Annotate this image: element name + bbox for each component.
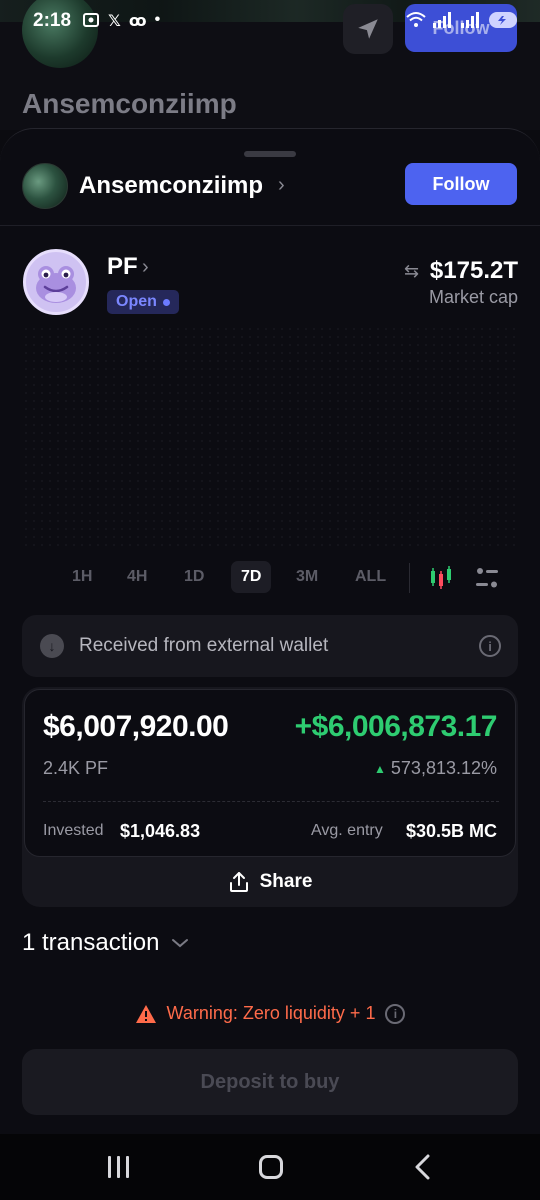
share-icon [229, 872, 248, 892]
system-nav-bar [0, 1134, 540, 1200]
divider [43, 801, 499, 802]
recents-button[interactable] [108, 1156, 132, 1178]
share-button[interactable]: Share [22, 857, 518, 907]
profile-row[interactable]: Ansemconziimp › Follow [22, 163, 518, 209]
notification-icons: 𝕏 ꝏ • [82, 11, 160, 31]
swap-icon[interactable]: ⇆ [404, 261, 419, 282]
invested-value: $1,046.83 [120, 821, 201, 841]
divider [409, 563, 410, 593]
share-label: Share [259, 871, 313, 892]
liquidity-warning: Warning: Zero liquidity + 1 i [0, 1003, 540, 1024]
tab-1h[interactable]: 1H [62, 561, 102, 593]
home-button[interactable] [259, 1155, 283, 1179]
tab-4h[interactable]: 4H [117, 561, 157, 593]
info-icon[interactable]: i [479, 635, 501, 657]
battery-icon [489, 12, 517, 28]
arrow-down-icon: ↓ [40, 634, 64, 658]
candlestick-icon[interactable] [428, 565, 456, 591]
x-icon: 𝕏 [108, 13, 121, 30]
pnl-percent-value: 573,813.12% [390, 758, 497, 778]
sheet-grab-handle[interactable] [244, 151, 296, 157]
position-card: $6,007,920.00 +$6,006,873.17 2.4K PF ▲ 5… [24, 689, 516, 857]
transactions-label: 1 transaction [22, 929, 160, 956]
status-dot-icon [162, 298, 170, 306]
token-avatar[interactable] [23, 249, 89, 315]
position-pnl-percent: ▲ 573,813.12% [374, 758, 497, 779]
status-badge: Open [107, 290, 179, 314]
profile-name[interactable]: Ansemconziimp [79, 172, 263, 200]
received-text: Received from external wallet [79, 635, 329, 656]
screenshot-icon [83, 13, 99, 27]
system-icons [406, 10, 520, 30]
transactions-toggle[interactable]: 1 transaction [22, 929, 189, 957]
back-icon[interactable] [412, 1154, 434, 1180]
wifi-icon [406, 12, 426, 27]
deposit-button[interactable]: Deposit to buy [22, 1049, 518, 1115]
tab-all[interactable]: ALL [345, 561, 396, 593]
status-badge-label: Open [116, 293, 157, 310]
market-cap-label: Market cap [428, 287, 518, 307]
tab-3m[interactable]: 3M [286, 561, 328, 593]
dot-icon: • [154, 11, 161, 28]
tab-7d[interactable]: 7D [231, 561, 272, 593]
chart-settings-icon[interactable] [474, 565, 500, 591]
chevron-right-icon: › [278, 174, 285, 196]
position-pnl: +$6,006,873.17 [294, 710, 498, 743]
chevron-down-icon [172, 939, 189, 948]
avg-entry-value: $30.5B MC [405, 821, 497, 841]
background-username: Ansemconziimp [22, 88, 237, 119]
received-notice[interactable]: ↓ Received from external wallet i [22, 615, 518, 677]
signal-icon [461, 12, 479, 28]
triangle-up-icon: ▲ [374, 761, 386, 776]
market-cap-value[interactable]: $175.2T [430, 257, 518, 285]
logo-icon: ꝏ [128, 13, 147, 30]
position-value: $6,007,920.00 [43, 710, 229, 743]
position-amount: 2.4K PF [43, 758, 109, 778]
position-sheet: Ansemconziimp › Follow PF › Open ⇆ $175.… [0, 128, 540, 1200]
frog-icon [36, 266, 76, 303]
divider [0, 225, 540, 226]
warning-icon [135, 1004, 156, 1023]
invested-label: Invested [43, 822, 104, 839]
price-chart[interactable] [22, 325, 518, 547]
info-icon[interactable]: i [385, 1003, 406, 1024]
status-time: 2:18 [33, 10, 72, 31]
chevron-right-icon: › [142, 256, 149, 278]
signal-icon [433, 12, 451, 28]
status-bar: 2:18 𝕏 ꝏ • [0, 0, 540, 44]
tab-1d[interactable]: 1D [174, 561, 214, 593]
token-symbol[interactable]: PF [107, 253, 138, 281]
avatar[interactable] [22, 163, 68, 209]
timeframe-tabs: 1H 4H 1D 7D 3M ALL [0, 561, 540, 593]
warning-text: Warning: Zero liquidity + 1 [166, 1003, 376, 1023]
follow-button[interactable]: Follow [405, 163, 517, 205]
avg-entry-label: Avg. entry [311, 822, 383, 839]
